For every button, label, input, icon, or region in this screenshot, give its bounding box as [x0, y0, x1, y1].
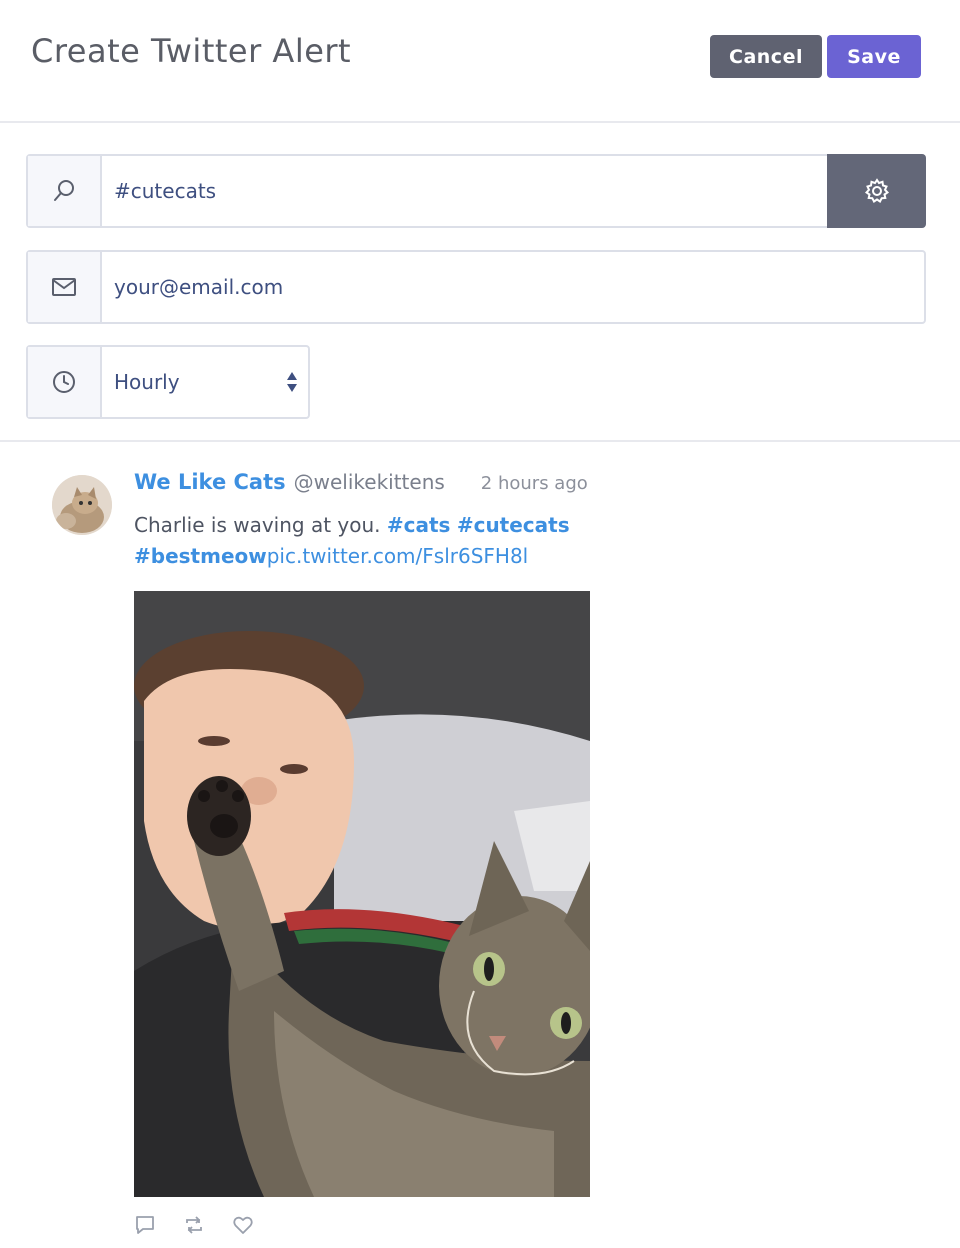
- avatar[interactable]: [52, 475, 112, 535]
- avatar-image: [52, 475, 112, 535]
- tweet-media-link[interactable]: pic.twitter.com/Fslr6SFH8l: [267, 544, 529, 568]
- gear-icon: [864, 178, 889, 203]
- save-button[interactable]: Save: [827, 35, 921, 78]
- settings-button[interactable]: [827, 154, 926, 228]
- tweet-text-prefix: Charlie is waving at you.: [134, 513, 387, 537]
- search-input[interactable]: #cutecats: [114, 156, 216, 226]
- section-divider: [0, 440, 960, 442]
- tweet-header: We Like Cats @welikekittens 2 hours ago: [134, 470, 588, 500]
- select-arrows-icon[interactable]: [286, 347, 298, 417]
- clock-icon-box: [28, 347, 102, 417]
- cancel-button[interactable]: Cancel: [710, 35, 822, 78]
- hashtag-bestmeow[interactable]: #bestmeow: [134, 544, 267, 568]
- page-title: Create Twitter Alert: [31, 32, 352, 70]
- frequency-field: Hourly: [26, 345, 310, 419]
- mail-icon: [52, 278, 76, 296]
- like-icon[interactable]: [232, 1214, 254, 1236]
- tweet-author-name[interactable]: We Like Cats: [134, 470, 286, 494]
- tweet-actions: [134, 1213, 254, 1237]
- header: Create Twitter Alert Cancel Save: [0, 0, 960, 123]
- email-field: your@email.com: [26, 250, 926, 324]
- reply-icon[interactable]: [134, 1214, 156, 1236]
- hashtag-cats[interactable]: #cats: [387, 513, 451, 537]
- tweet-photo-image: [134, 591, 590, 1197]
- hashtag-cutecats[interactable]: #cutecats: [457, 513, 570, 537]
- search-field: #cutecats: [26, 154, 926, 228]
- tweet-timestamp: 2 hours ago: [480, 473, 588, 494]
- retweet-icon[interactable]: [182, 1214, 206, 1236]
- tweet-author-handle[interactable]: @welikekittens: [294, 470, 445, 494]
- clock-icon: [53, 371, 75, 393]
- frequency-select[interactable]: Hourly: [114, 347, 180, 417]
- tweet-photo[interactable]: [134, 591, 590, 1197]
- search-icon: [54, 180, 74, 201]
- tweet-text: Charlie is waving at you. #cats #cutecat…: [134, 510, 654, 572]
- search-icon-box: [28, 156, 102, 226]
- mail-icon-box: [28, 252, 102, 322]
- email-input[interactable]: your@email.com: [114, 252, 283, 322]
